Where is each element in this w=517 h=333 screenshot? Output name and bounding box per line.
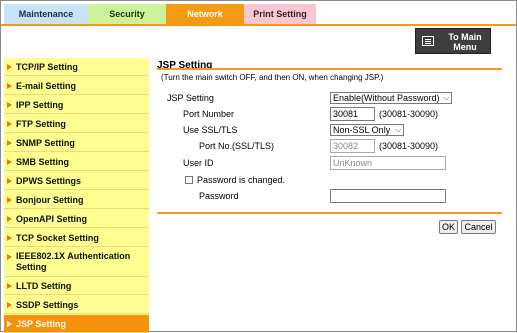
sidebar-item-label: SNMP Setting xyxy=(16,138,75,148)
arrow-icon xyxy=(7,178,12,184)
arrow-icon xyxy=(7,140,12,146)
menu-icon xyxy=(422,36,434,46)
sidebar-item-label: Bonjour Setting xyxy=(16,195,84,205)
tab-print-setting[interactable]: Print Setting xyxy=(244,4,316,24)
sidebar-item-tcp-socket[interactable]: TCP Socket Setting xyxy=(4,229,149,247)
arrow-icon xyxy=(7,216,12,222)
sidebar-item-email[interactable]: E-mail Setting xyxy=(4,77,149,95)
password-label: Password xyxy=(199,191,239,201)
sidebar-item-label: OpenAPI Setting xyxy=(16,214,88,224)
sidebar-item-lltd[interactable]: LLTD Setting xyxy=(4,277,149,295)
sidebar-item-label: SMB Setting xyxy=(16,157,69,167)
cancel-button[interactable]: Cancel xyxy=(461,220,496,234)
tab-security[interactable]: Security xyxy=(88,4,166,24)
password-changed-label: Password is changed. xyxy=(197,175,286,185)
use-ssl-select[interactable]: Non-SSL Only ⌵ xyxy=(330,124,404,136)
sidebar-item-label: LLTD Setting xyxy=(16,281,72,291)
arrow-icon xyxy=(7,283,12,289)
sidebar-item-dpws[interactable]: DPWS Settings xyxy=(4,172,149,190)
password-input[interactable] xyxy=(330,189,446,203)
sidebar-item-label: IEEE802.1X Authentication Setting xyxy=(16,251,131,272)
port-number-input[interactable]: 30081 xyxy=(330,107,375,121)
arrow-icon xyxy=(7,83,12,89)
sidebar-item-tcpip[interactable]: TCP/IP Setting xyxy=(4,58,149,76)
tab-maintenance[interactable]: Maintenance xyxy=(4,4,88,24)
port-number-range: (30081-30090) xyxy=(379,109,439,119)
to-main-menu-line1: To Main xyxy=(448,32,482,42)
restart-note: (Turn the main switch OFF, and then ON, … xyxy=(161,73,384,82)
sidebar-item-openapi[interactable]: OpenAPI Setting xyxy=(4,210,149,228)
sidebar-item-snmp[interactable]: SNMP Setting xyxy=(4,134,149,152)
sidebar-item-label: DPWS Settings xyxy=(16,176,82,186)
sidebar-item-label: FTP Setting xyxy=(16,119,66,129)
use-ssl-value: Non-SSL Only xyxy=(333,125,391,135)
arrow-icon xyxy=(7,302,12,308)
arrow-icon xyxy=(7,254,12,260)
user-id-input[interactable]: UnKnown xyxy=(330,156,446,170)
arrow-icon xyxy=(7,121,12,127)
user-id-label: User ID xyxy=(183,158,214,168)
sidebar-item-ssdp[interactable]: SSDP Settings xyxy=(4,296,149,314)
sidebar-item-smb[interactable]: SMB Setting xyxy=(4,153,149,171)
to-main-menu-label: To Main Menu xyxy=(442,32,488,52)
sidebar-item-jsp[interactable]: JSP Setting xyxy=(4,315,149,333)
sidebar-item-ipp[interactable]: IPP Setting xyxy=(4,96,149,114)
sidebar-item-label: JSP Setting xyxy=(16,319,66,329)
ssl-port-input[interactable]: 30082 xyxy=(330,139,375,153)
sidebar-item-label: TCP Socket Setting xyxy=(16,233,99,243)
arrow-icon xyxy=(7,321,12,327)
arrow-icon xyxy=(7,197,12,203)
ssl-port-range: (30081-30090) xyxy=(379,141,439,151)
sidebar-item-label: E-mail Setting xyxy=(16,81,77,91)
tab-network[interactable]: Network xyxy=(166,4,244,24)
password-changed-checkbox[interactable] xyxy=(185,176,193,184)
sidebar-item-label: IPP Setting xyxy=(16,100,64,110)
jsp-setting-value: Enable(Without Password) xyxy=(333,93,440,103)
use-ssl-label: Use SSL/TLS xyxy=(183,125,238,135)
port-number-label: Port Number xyxy=(183,109,235,119)
to-main-menu-button[interactable]: To Main Menu xyxy=(415,28,491,54)
arrow-icon xyxy=(7,235,12,241)
title-divider xyxy=(157,68,502,70)
arrow-icon xyxy=(7,159,12,165)
jsp-setting-label: JSP Setting xyxy=(167,93,214,103)
sidebar-item-label: SSDP Settings xyxy=(16,300,79,310)
to-main-menu-line2: Menu xyxy=(453,42,477,52)
arrow-icon xyxy=(7,102,12,108)
jsp-setting-select[interactable]: Enable(Without Password) ⌵ xyxy=(330,92,452,104)
sidebar-item-ftp[interactable]: FTP Setting xyxy=(4,115,149,133)
sidebar-item-ieee8021x[interactable]: IEEE802.1X Authentication Setting xyxy=(4,248,149,277)
form-divider xyxy=(157,212,502,214)
arrow-icon xyxy=(7,64,12,70)
sidebar: TCP/IP Setting E-mail Setting IPP Settin… xyxy=(4,58,149,333)
sidebar-item-label: TCP/IP Setting xyxy=(16,62,78,72)
sidebar-item-bonjour[interactable]: Bonjour Setting xyxy=(4,191,149,209)
chevron-down-icon: ⌵ xyxy=(443,95,449,102)
app-frame: Maintenance Security Network Print Setti… xyxy=(0,0,517,333)
ok-button[interactable]: OK xyxy=(439,220,458,234)
tab-underline xyxy=(1,24,516,26)
chevron-down-icon: ⌵ xyxy=(395,127,401,134)
ssl-port-label: Port No.(SSL/TLS) xyxy=(199,141,275,151)
